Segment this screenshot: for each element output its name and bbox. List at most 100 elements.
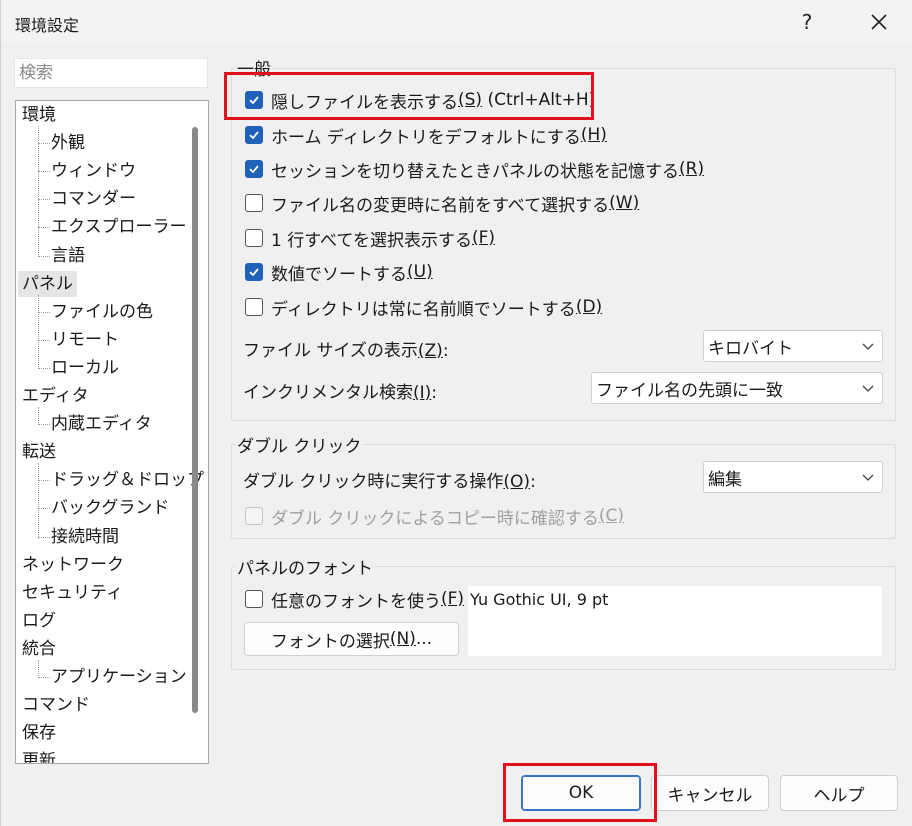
tree-connector — [38, 339, 50, 341]
window-title: 環境設定 — [15, 16, 80, 35]
tree-item[interactable]: 内蔵エディタ — [51, 411, 152, 437]
checkbox-label: セッションを切り替えたときパネルの状態を記憶する — [271, 161, 679, 182]
confirm-copy-checkbox[interactable]: ダブル クリックによるコピー時に確認する (C) — [245, 503, 624, 529]
checkbox-checked — [245, 160, 263, 178]
help-title-button[interactable]: ? — [785, 6, 829, 38]
select-font-button[interactable]: フォントの選択 (N)... — [244, 622, 459, 656]
checkbox-access-key: (D) — [575, 297, 603, 317]
panelfont-group-title: パネルのフォント — [235, 554, 375, 579]
cancel-button[interactable]: キャンセル — [651, 775, 769, 811]
check-icon — [249, 96, 259, 105]
tree-connector — [38, 536, 50, 538]
tree-item[interactable]: コマンド — [22, 692, 90, 718]
tree-connector — [38, 171, 50, 173]
tree-connector — [38, 659, 39, 678]
tree-item[interactable]: 統合 — [22, 636, 56, 662]
close-button[interactable] — [857, 6, 901, 38]
tree-connector — [38, 227, 50, 229]
incremental-select[interactable]: ファイル名の先頭に一致 — [591, 372, 883, 404]
tree-connector — [38, 424, 50, 426]
tree-item[interactable]: コマンダー — [51, 186, 136, 212]
tree-connector — [38, 677, 50, 678]
tree-item[interactable]: 外観 — [51, 130, 85, 156]
general-group-title: 一般 — [235, 55, 273, 80]
checkbox-box — [245, 507, 263, 525]
preferences-dialog: 環境設定 ? 環境外観ウィンドウコマンダーエクスプローラー言語パネルファイルの色… — [0, 0, 912, 826]
tree-item[interactable]: 環境 — [22, 102, 56, 128]
general-checkbox[interactable]: 数値でソートする (U) — [245, 259, 433, 285]
checkbox-box — [245, 590, 263, 608]
tree-item[interactable]: アプリケーション — [51, 664, 187, 690]
tree-connector — [38, 508, 50, 510]
checkbox-unchecked — [245, 298, 263, 316]
chevron-down-icon — [862, 474, 874, 481]
checkbox-label: ホーム ディレクトリをデフォルトにする — [271, 127, 581, 148]
settings-tree[interactable]: 環境 外観 ウィンドウ コマンダー エクスプローラー 言語 パネル ファイルの色 リモート ローカ… — [15, 100, 209, 764]
check-icon — [249, 165, 259, 174]
tree-connector — [38, 199, 50, 201]
tree-item[interactable]: 言語 — [51, 243, 85, 269]
tree-item[interactable]: パネル — [18, 270, 77, 297]
custom-font-checkbox[interactable]: 任意のフォントを使う (F) — [245, 586, 464, 612]
doubleclick-group-title: ダブル クリック — [235, 432, 364, 457]
checkbox-access-key: (W) — [609, 193, 640, 213]
checkbox-access-key: (R) — [679, 159, 705, 179]
tree-item[interactable]: リモート — [51, 327, 119, 353]
tree-item[interactable]: エディタ — [22, 383, 89, 409]
checkbox-access-key: (U) — [407, 262, 433, 282]
search-input[interactable] — [14, 58, 208, 88]
general-checkbox[interactable]: ファイル名の変更時に名前をすべて選択する (W) — [245, 190, 639, 216]
tree-item[interactable]: セキュリティ — [22, 580, 123, 606]
tree-item[interactable]: ウィンドウ — [51, 158, 136, 184]
checkbox-label: 隠しファイルを表示する — [271, 92, 458, 113]
general-checkbox[interactable]: ディレクトリは常に名前順でソートする (D) — [245, 294, 602, 320]
help-button[interactable]: ヘルプ — [780, 775, 898, 811]
tree-item[interactable]: ネットワーク — [22, 552, 124, 578]
filesize-label: ファイル サイズの表示(Z): — [243, 341, 449, 361]
tree-item[interactable]: 更新 — [22, 748, 56, 763]
custom-font-key: (F) — [441, 589, 465, 609]
tree-item[interactable]: 保存 — [22, 720, 56, 746]
tree-scrollbar[interactable] — [192, 127, 198, 713]
select-font-label: フォントの選択 — [270, 631, 390, 652]
filesize-select[interactable]: キロバイト — [703, 330, 883, 362]
close-icon — [871, 14, 887, 30]
tree-item[interactable]: ログ — [22, 608, 56, 634]
select-font-ellipsis: ... — [415, 629, 433, 649]
checkbox-unchecked — [245, 229, 263, 247]
tree-connector — [38, 463, 39, 538]
tree-item[interactable]: 接続時間 — [51, 524, 119, 550]
incremental-label: インクリメンタル検索(I): — [243, 383, 438, 403]
tree-item[interactable]: バックグランド — [51, 495, 169, 521]
filesize-value: キロバイト — [708, 338, 793, 359]
custom-font-label: 任意のフォントを使う — [271, 591, 441, 612]
confirm-copy-key: (C) — [598, 506, 625, 526]
tree-connector — [38, 255, 50, 257]
tree-item[interactable]: ドラッグ＆ドロップ — [51, 467, 204, 493]
tree-item[interactable]: ファイルの色 — [51, 299, 153, 325]
tree-item[interactable]: エクスプローラー — [51, 214, 187, 240]
doubleclick-action-label: ダブル クリック時に実行する操作(O): — [243, 472, 536, 492]
check-icon — [249, 268, 259, 277]
checkbox-access-key: (S) — [458, 90, 483, 110]
check-icon — [249, 131, 259, 140]
general-checkbox[interactable]: ホーム ディレクトリをデフォルトにする (H) — [245, 122, 607, 148]
ok-button[interactable]: OK — [521, 775, 641, 811]
select-font-key: (N) — [389, 629, 416, 649]
tree-connector — [38, 367, 50, 369]
checkbox-label: ファイル名の変更時に名前をすべて選択する — [271, 195, 610, 216]
tree-connector — [38, 407, 39, 426]
tree-connector — [38, 311, 50, 313]
tree-item[interactable]: 転送 — [22, 439, 56, 465]
checkbox-label: ディレクトリは常に名前順でソートする — [271, 299, 576, 320]
general-checkbox[interactable]: 1 行すべてを選択表示する (F) — [245, 225, 495, 251]
doubleclick-action-select[interactable]: 編集 — [703, 461, 883, 493]
tree-item[interactable]: ローカル — [51, 355, 119, 381]
checkbox-unchecked — [245, 194, 263, 212]
tree-connector — [38, 143, 50, 145]
checkbox-access-key: (F) — [472, 228, 496, 248]
title-bar: 環境設定 ? — [1, 0, 912, 44]
general-checkbox[interactable]: セッションを切り替えたときパネルの状態を記憶する (R) — [245, 156, 704, 182]
checkbox-access-key: (H) — [580, 125, 607, 145]
general-checkbox[interactable]: 隠しファイルを表示する (S) (Ctrl+Alt+H) — [245, 87, 595, 113]
